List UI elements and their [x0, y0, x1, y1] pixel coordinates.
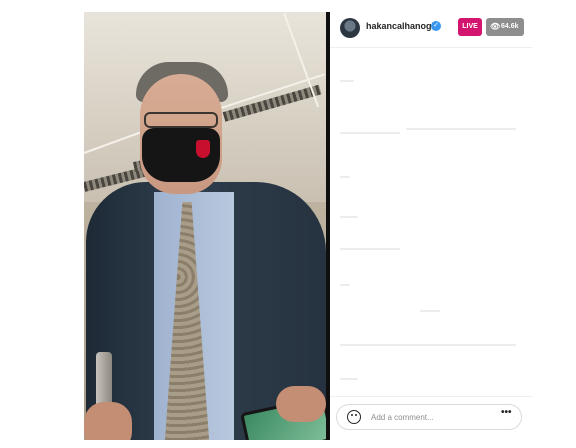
live-video [84, 12, 326, 440]
live-side-panel: hakancalhanoglu ✓ LIVE 👁 64.6k ••• [330, 12, 532, 440]
comment-placeholder [340, 378, 358, 380]
viewer-count: 64.6k [501, 23, 519, 30]
hand-right [276, 386, 326, 422]
avatar[interactable] [340, 18, 360, 38]
viewer-count-badge[interactable]: 👁 64.6k [486, 18, 524, 36]
comment-placeholder [340, 344, 516, 346]
check-icon: ✓ [431, 21, 441, 31]
mask-crest-icon [196, 140, 210, 158]
live-badge: LIVE [458, 18, 482, 36]
comment-placeholder [340, 216, 358, 218]
hand-left [84, 402, 132, 440]
username[interactable]: hakancalhanoglu [366, 21, 440, 31]
comments-feed[interactable] [330, 48, 532, 394]
glasses [144, 112, 218, 128]
eye-icon: 👁 [490, 22, 501, 31]
emoji-icon[interactable] [347, 410, 361, 424]
footer-divider [330, 396, 532, 397]
more-icon[interactable]: ••• [501, 407, 512, 418]
comment-input[interactable] [371, 410, 491, 424]
comment-bar: ••• [336, 404, 522, 430]
comment-placeholder [340, 176, 350, 178]
comment-placeholder [340, 284, 350, 286]
comment-placeholder [406, 128, 516, 130]
comment-placeholder [340, 80, 354, 82]
comment-placeholder [420, 310, 440, 312]
comment-placeholder [340, 248, 400, 250]
comment-placeholder [340, 132, 400, 134]
live-header: hakancalhanoglu ✓ LIVE 👁 64.6k [330, 12, 532, 46]
